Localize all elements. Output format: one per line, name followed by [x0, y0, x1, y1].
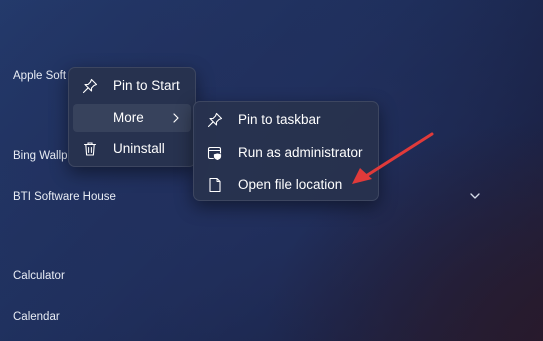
menu-item-uninstall[interactable]: Uninstall [73, 135, 191, 163]
chevron-right-icon [173, 113, 179, 123]
app-item-calculator[interactable]: Calculator [13, 270, 65, 282]
more-submenu: Pin to taskbar Run as administrator Open… [193, 101, 379, 201]
menu-item-more[interactable]: More [73, 104, 191, 132]
menu-item-label: Run as administrator [238, 145, 363, 160]
menu-item-label: Pin to Start [113, 78, 180, 93]
submenu-item-run-as-administrator[interactable]: Run as administrator [198, 139, 374, 167]
app-item-apple-software[interactable]: Apple Soft [13, 70, 66, 82]
submenu-item-open-file-location[interactable]: Open file location [198, 171, 374, 199]
menu-item-pin-to-start[interactable]: Pin to Start [73, 72, 191, 100]
context-menu: Pin to Start More Uninstall [68, 67, 196, 167]
pin-icon [82, 78, 98, 94]
submenu-item-pin-to-taskbar[interactable]: Pin to taskbar [198, 106, 374, 134]
pin-icon [207, 112, 223, 128]
chevron-down-icon[interactable] [469, 190, 481, 202]
admin-shield-icon [207, 146, 222, 161]
menu-item-label: Uninstall [113, 141, 165, 156]
menu-item-label: More [113, 110, 144, 125]
app-item-bti-software-house[interactable]: BTI Software House [13, 191, 116, 203]
folder-file-icon [209, 177, 221, 193]
app-item-calendar[interactable]: Calendar [13, 311, 60, 323]
menu-item-label: Open file location [238, 177, 343, 192]
menu-item-label: Pin to taskbar [238, 112, 321, 127]
app-item-bing-wallpaper[interactable]: Bing Wallp [13, 150, 68, 162]
trash-icon [83, 142, 97, 156]
